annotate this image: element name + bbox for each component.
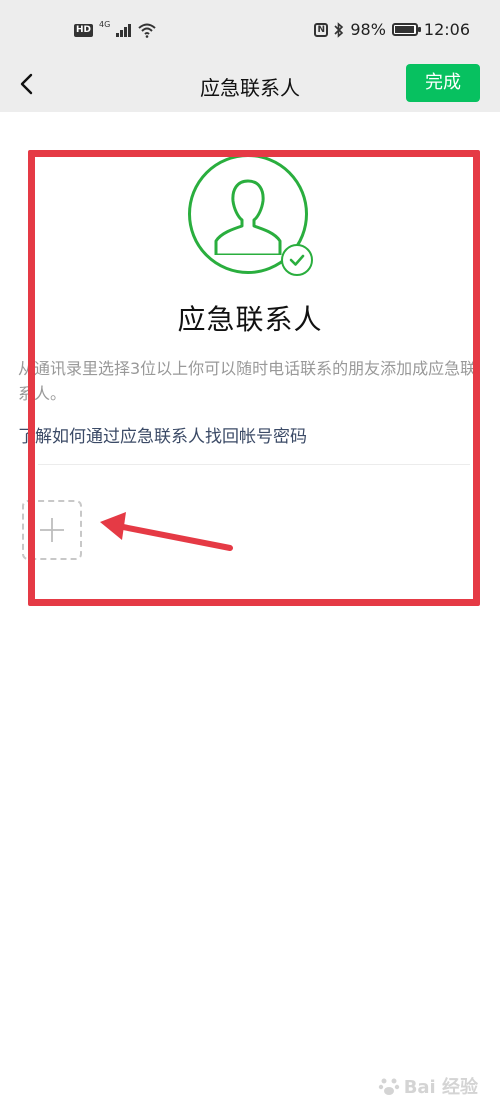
- paw-icon: [378, 1078, 399, 1095]
- done-button[interactable]: 完成: [406, 64, 480, 102]
- wifi-icon: [138, 23, 156, 38]
- arrow-annotation: [100, 512, 233, 551]
- network-label: 4G: [99, 19, 111, 29]
- battery-icon: [391, 23, 421, 36]
- clock: 12:06: [423, 20, 470, 39]
- bluetooth-icon: [334, 21, 344, 38]
- watermark-text: Bai 经验: [403, 1077, 478, 1098]
- status-bar: HD 4G N 98% 12:06: [0, 0, 500, 62]
- watermark: Bai 经验: [378, 1073, 478, 1099]
- battery-percent: 98%: [350, 20, 386, 39]
- hd-badge: HD: [74, 23, 94, 37]
- signal-icon: [116, 23, 132, 37]
- status-right: N 98% 12:06: [314, 20, 470, 39]
- status-left: HD 4G: [74, 19, 157, 38]
- nfc-icon: N: [314, 22, 329, 37]
- nav-bar: 应急联系人 完成: [0, 62, 500, 112]
